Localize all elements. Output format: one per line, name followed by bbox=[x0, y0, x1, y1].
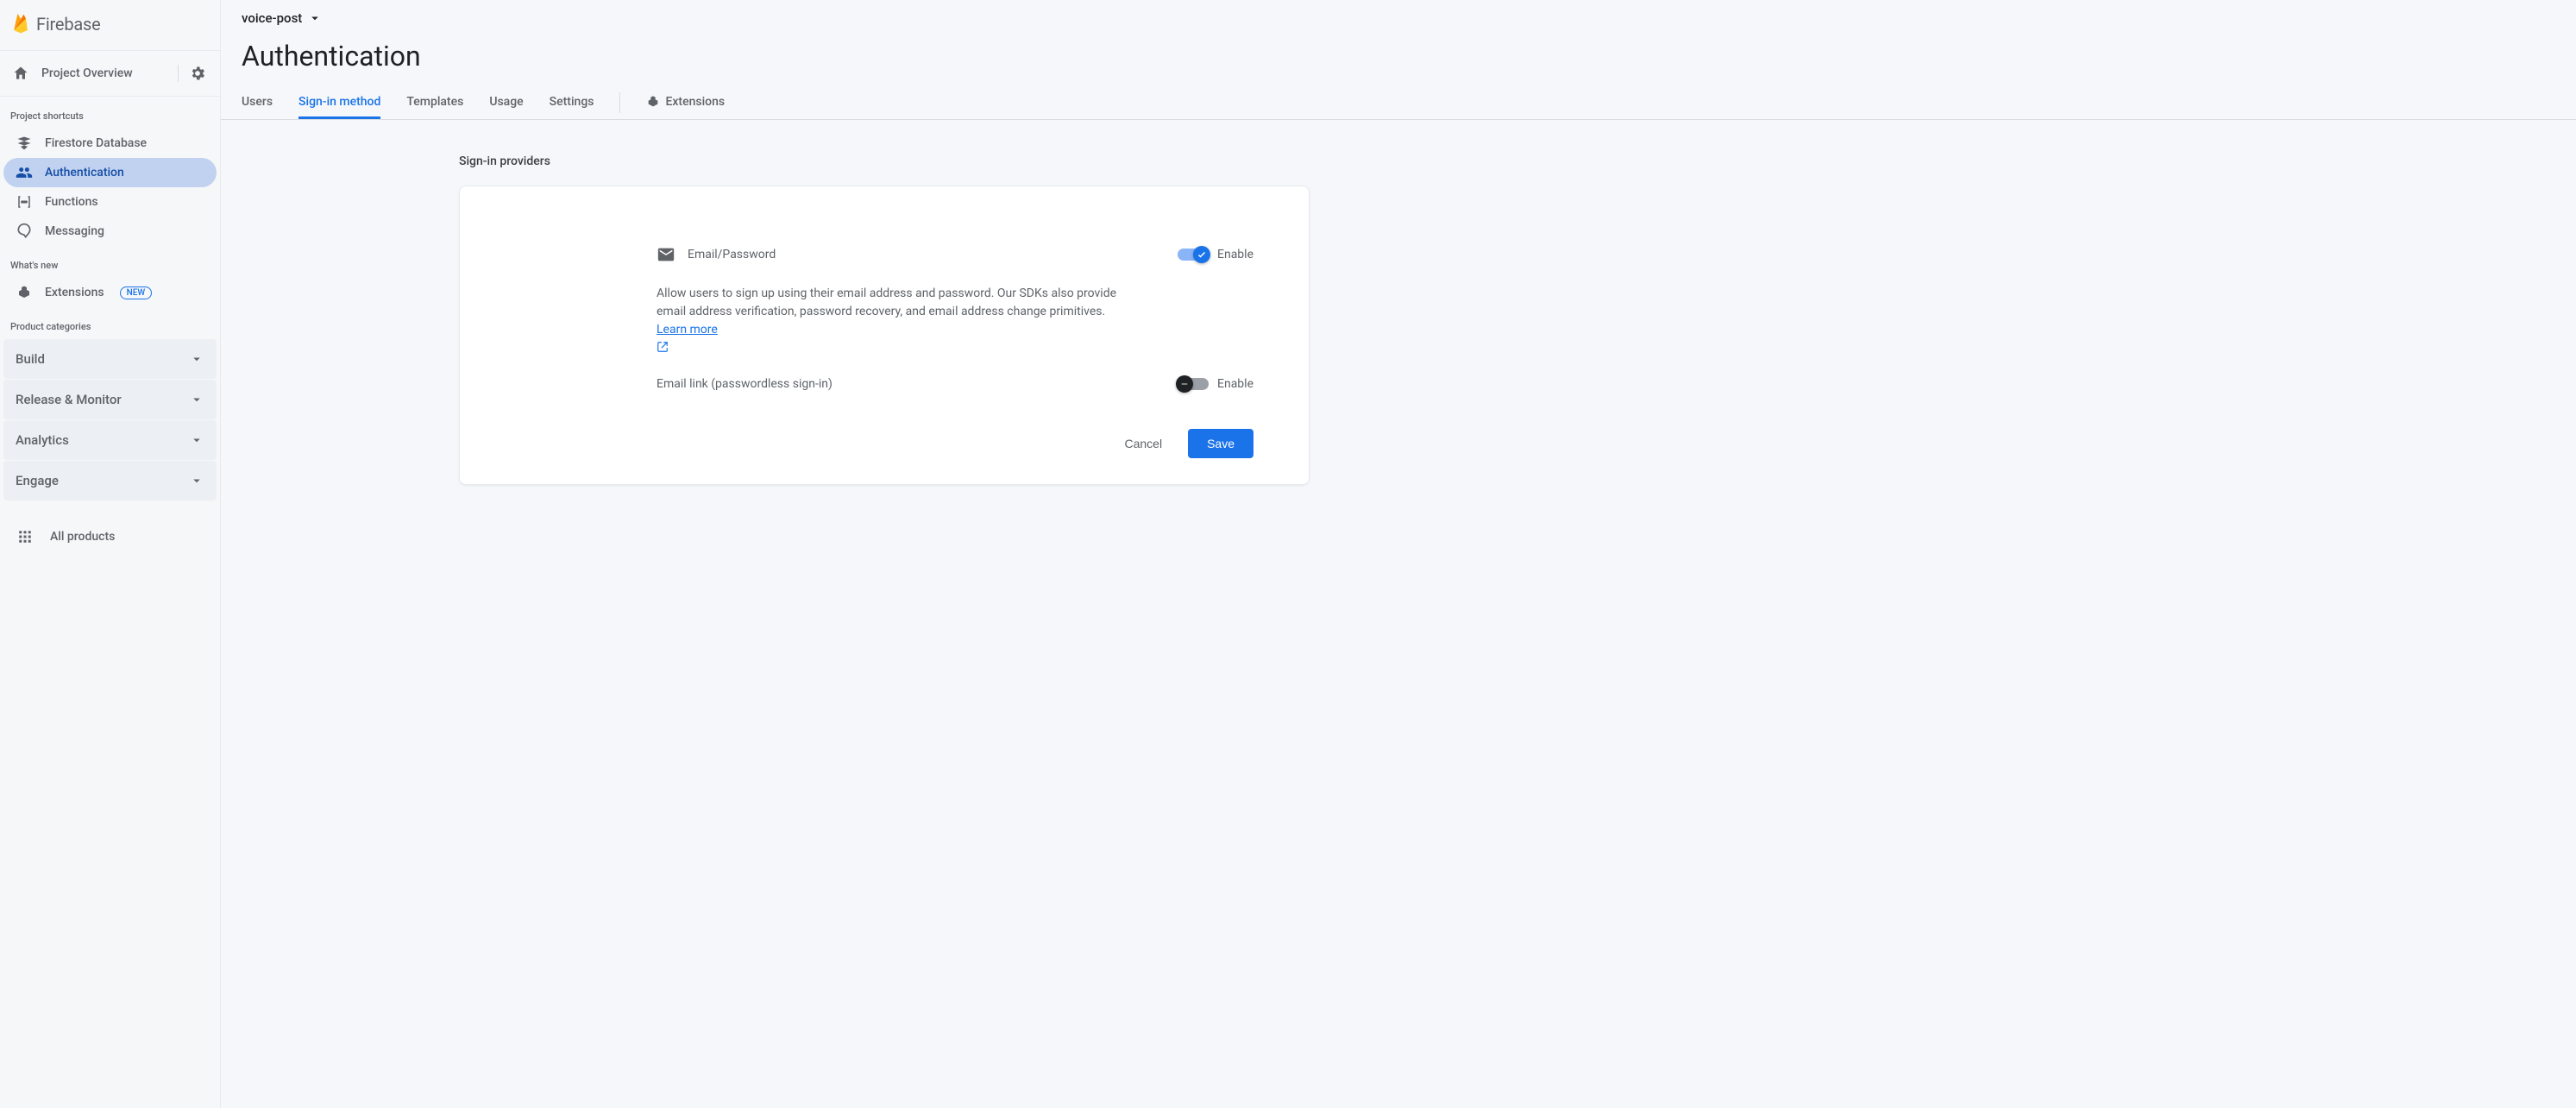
home-icon bbox=[12, 65, 29, 82]
category-build[interactable]: Build bbox=[3, 339, 217, 379]
gear-icon bbox=[189, 65, 206, 82]
learn-more-text: Learn more bbox=[657, 323, 718, 337]
providers-heading: Sign-in providers bbox=[459, 154, 2555, 168]
nav-label: Extensions bbox=[45, 286, 104, 299]
tab-separator bbox=[619, 92, 620, 113]
tab-label: Users bbox=[242, 95, 273, 109]
nav-label: Authentication bbox=[45, 166, 124, 179]
extensions-icon bbox=[16, 285, 33, 300]
settings-gear-button[interactable] bbox=[184, 60, 211, 87]
tab-usage[interactable]: Usage bbox=[489, 86, 523, 119]
shortcuts-heading: Project shortcuts bbox=[0, 97, 220, 129]
category-engage[interactable]: Engage bbox=[3, 461, 217, 500]
card-actions: Cancel Save bbox=[657, 429, 1253, 458]
provider-title: Email/Password bbox=[657, 245, 776, 264]
tab-label: Usage bbox=[489, 95, 523, 109]
dropdown-arrow-icon bbox=[307, 10, 323, 26]
project-selector[interactable]: voice-post bbox=[242, 10, 323, 26]
extensions-icon bbox=[646, 95, 660, 109]
messaging-icon bbox=[16, 223, 33, 240]
tab-templates[interactable]: Templates bbox=[406, 86, 463, 119]
tab-extensions[interactable]: Extensions bbox=[646, 86, 725, 119]
tab-label: Templates bbox=[406, 95, 463, 109]
whats-new-heading: What's new bbox=[0, 246, 220, 278]
people-icon bbox=[16, 164, 33, 181]
chevron-down-icon bbox=[189, 351, 204, 367]
email-link-toggle-group: Enable bbox=[1178, 377, 1253, 391]
chevron-down-icon bbox=[189, 473, 204, 488]
firebase-logo-icon bbox=[10, 12, 31, 36]
page-title: Authentication bbox=[221, 36, 2576, 72]
enable-label: Enable bbox=[1217, 377, 1253, 391]
provider-header-row: Email/Password Enable bbox=[657, 245, 1253, 264]
save-button[interactable]: Save bbox=[1188, 429, 1253, 458]
tabs: Users Sign-in method Templates Usage Set… bbox=[221, 86, 2576, 120]
content-area: Sign-in providers Email/Password bbox=[221, 120, 2576, 511]
toggle-knob bbox=[1176, 375, 1193, 393]
category-label: Engage bbox=[16, 473, 59, 488]
category-release-monitor[interactable]: Release & Monitor bbox=[3, 380, 217, 419]
category-label: Release & Monitor bbox=[16, 392, 122, 407]
email-link-row: Email link (passwordless sign-in) Enable bbox=[657, 377, 1253, 391]
brand-name: Firebase bbox=[36, 14, 101, 35]
chevron-down-icon bbox=[189, 432, 204, 448]
all-products-label: All products bbox=[50, 530, 115, 544]
chevron-down-icon bbox=[189, 392, 204, 407]
grid-icon bbox=[17, 529, 33, 545]
open-in-new-icon bbox=[657, 341, 1122, 353]
project-overview-row: Project Overview bbox=[0, 51, 220, 97]
project-name: voice-post bbox=[242, 10, 302, 26]
tab-label: Sign-in method bbox=[298, 95, 380, 109]
functions-icon bbox=[16, 194, 33, 210]
sidebar-item-messaging[interactable]: Messaging bbox=[3, 217, 217, 246]
sidebar-item-firestore[interactable]: Firestore Database bbox=[3, 129, 217, 158]
tab-users[interactable]: Users bbox=[242, 86, 273, 119]
categories-heading: Product categories bbox=[0, 307, 220, 339]
email-link-label: Email link (passwordless sign-in) bbox=[657, 377, 832, 391]
category-label: Analytics bbox=[16, 432, 69, 448]
sidebar-item-functions[interactable]: Functions bbox=[3, 187, 217, 217]
tab-label: Extensions bbox=[665, 95, 725, 109]
tab-settings[interactable]: Settings bbox=[550, 86, 594, 119]
nav-label: Messaging bbox=[45, 224, 104, 238]
description-text: Allow users to sign up using their email… bbox=[657, 286, 1116, 318]
enable-label: Enable bbox=[1217, 248, 1253, 261]
nav-label: Firestore Database bbox=[45, 136, 147, 150]
email-link-toggle[interactable] bbox=[1178, 378, 1209, 390]
tab-sign-in-method[interactable]: Sign-in method bbox=[298, 86, 380, 119]
tab-label: Settings bbox=[550, 95, 594, 109]
brand-header[interactable]: Firebase bbox=[0, 0, 220, 51]
project-overview-link[interactable]: Project Overview bbox=[12, 65, 169, 82]
category-label: Build bbox=[16, 351, 45, 367]
new-badge: NEW bbox=[120, 286, 153, 299]
email-password-toggle[interactable] bbox=[1178, 249, 1209, 261]
all-products-link[interactable]: All products bbox=[0, 519, 220, 555]
firestore-icon bbox=[16, 135, 33, 152]
sidebar-item-authentication[interactable]: Authentication bbox=[3, 158, 217, 187]
main-content: voice-post Authentication Users Sign-in … bbox=[221, 0, 2576, 1108]
cancel-button[interactable]: Cancel bbox=[1114, 430, 1172, 457]
project-overview-label: Project Overview bbox=[41, 66, 133, 80]
provider-description: Allow users to sign up using their email… bbox=[657, 285, 1122, 353]
email-icon bbox=[657, 245, 675, 264]
nav-label: Functions bbox=[45, 195, 98, 209]
enable-toggle-group: Enable bbox=[1178, 248, 1253, 261]
category-analytics[interactable]: Analytics bbox=[3, 420, 217, 460]
topbar: voice-post bbox=[221, 0, 2576, 36]
provider-card: Email/Password Enable Allow users to sig… bbox=[459, 186, 1310, 485]
learn-more-link[interactable]: Learn more bbox=[657, 323, 1122, 353]
sidebar: Firebase Project Overview Project shortc… bbox=[0, 0, 221, 1108]
sidebar-item-extensions[interactable]: Extensions NEW bbox=[3, 278, 217, 307]
provider-name: Email/Password bbox=[688, 248, 776, 261]
toggle-knob bbox=[1193, 246, 1210, 263]
divider bbox=[178, 65, 179, 82]
